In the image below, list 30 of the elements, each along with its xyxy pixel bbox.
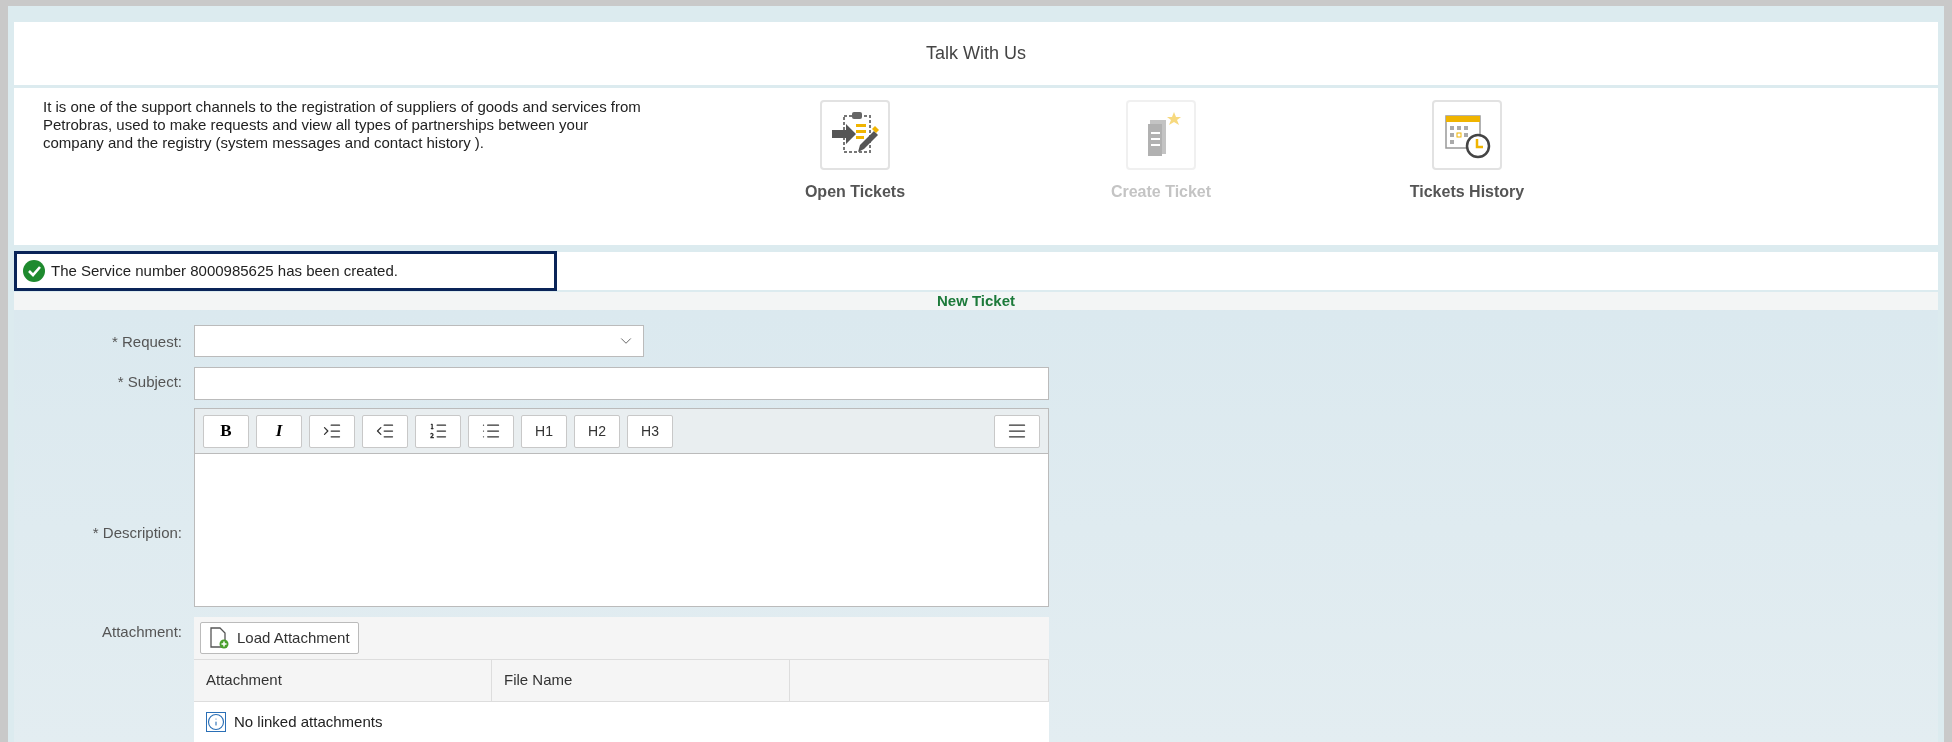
intro-text: It is one of the support channels to the registration of suppliers of goods and services from Petrobras, used to make requests and view all types of partnerships between your company and the registry (system messages and contact history ).: [43, 98, 642, 153]
info-icon: [206, 712, 226, 732]
page-title: Talk With Us: [926, 42, 1026, 65]
heading-button[interactable]: H3: [627, 414, 673, 448]
bullets-button[interactable]: [468, 414, 514, 448]
subject-field[interactable]: [194, 367, 1049, 400]
numbered-list-icon: [428, 421, 448, 441]
field-label: * Subject:: [116, 372, 182, 392]
field-label: Attachment:: [100, 622, 182, 642]
rich-text-editor[interactable]: B I H1 H2 H3: [194, 408, 1049, 607]
field-label: * Description:: [91, 523, 182, 544]
empty-state-text: No linked attachments: [234, 711, 383, 732]
ordered-button[interactable]: [415, 414, 461, 448]
column-header: Attachment: [194, 660, 492, 701]
field-label: * Request:: [110, 332, 182, 352]
open-tickets-tile[interactable]: Open Tickets: [775, 98, 935, 245]
indent-button[interactable]: [309, 414, 355, 448]
italic-button[interactable]: I: [256, 414, 302, 448]
align-button[interactable]: [994, 414, 1040, 448]
file-add-icon: [209, 627, 229, 649]
bold-button[interactable]: B: [203, 414, 249, 448]
outdent-button[interactable]: [362, 414, 408, 448]
column-header: File Name: [492, 660, 790, 701]
tickets-history-tile[interactable]: Tickets History: [1387, 98, 1547, 245]
message-text: The Service number 8000985625 has been created.: [51, 260, 398, 281]
heading-button[interactable]: H1: [521, 414, 567, 448]
section-title: New Ticket: [936, 290, 1016, 311]
check-circle-icon: [23, 260, 45, 282]
heading-button[interactable]: H2: [574, 414, 620, 448]
load-attachment-button[interactable]: Load Attachment: [200, 622, 359, 654]
